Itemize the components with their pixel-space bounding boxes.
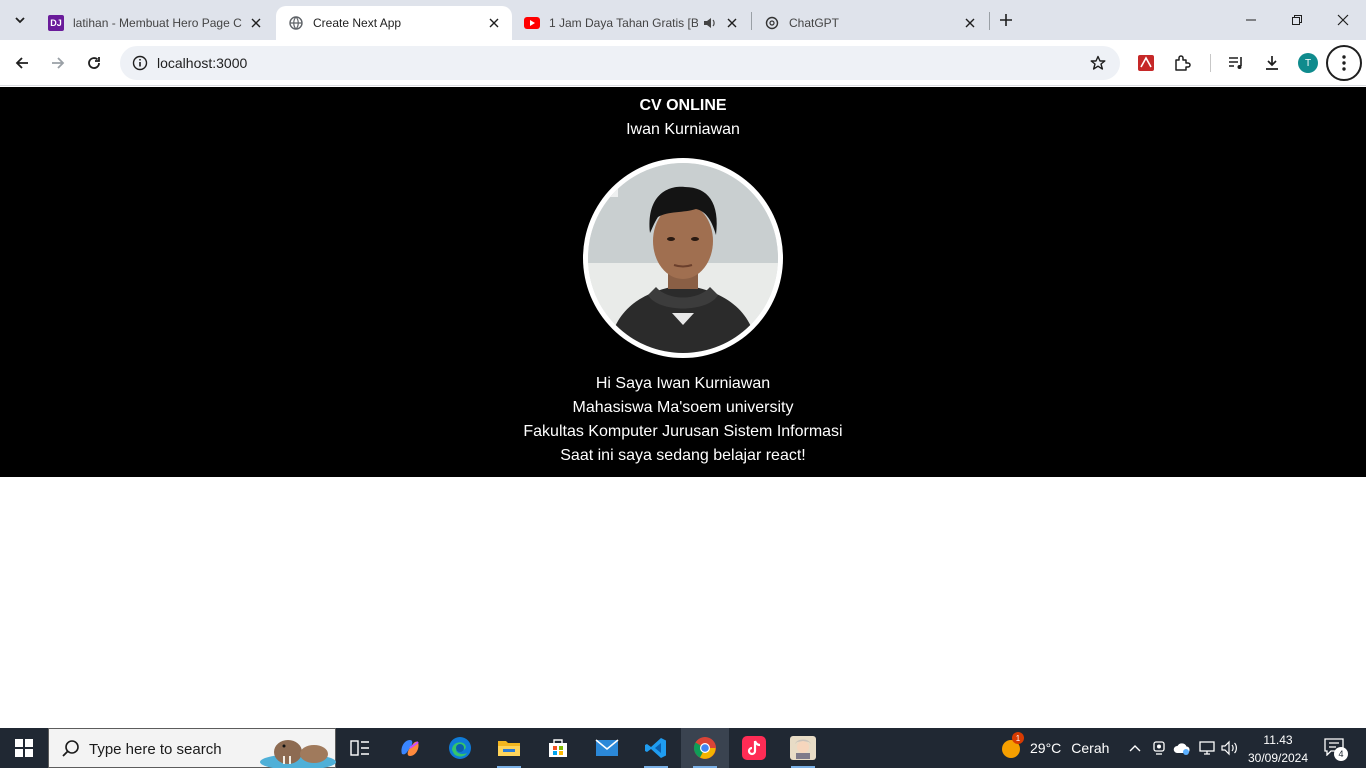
- forward-button[interactable]: [42, 47, 74, 79]
- chatgpt-icon: [764, 15, 780, 31]
- hero-line-learning: Saat ini saya sedang belajar react!: [560, 447, 806, 464]
- start-button[interactable]: [0, 728, 48, 768]
- arrow-left-icon: [15, 57, 28, 69]
- page-viewport: CV ONLINE Iwan Kurniawan Hi Saya Iwan Ku…: [0, 87, 1366, 728]
- tab-title: 1 Jam Daya Tahan Gratis [BC: [549, 16, 698, 30]
- tab-youtube[interactable]: 1 Jam Daya Tahan Gratis [BC: [512, 6, 750, 40]
- webcam-icon[interactable]: [1150, 739, 1168, 757]
- new-tab-button[interactable]: [992, 6, 1020, 34]
- close-tab-icon[interactable]: [486, 15, 502, 31]
- search-placeholder: Type here to search: [89, 741, 222, 758]
- chrome-icon: [693, 737, 716, 759]
- tab-latihan[interactable]: DJ latihan - Membuat Hero Page C: [36, 6, 274, 40]
- chrome-app[interactable]: [681, 728, 729, 768]
- system-clock[interactable]: 11.43 30/09/2024: [1240, 731, 1316, 767]
- game-app[interactable]: [779, 728, 827, 768]
- search-icon: [62, 740, 79, 757]
- download-icon[interactable]: [1256, 47, 1288, 79]
- hero-name: Iwan Kurniawan: [626, 121, 740, 138]
- tab-search-button[interactable]: [6, 6, 34, 34]
- close-tab-icon[interactable]: [962, 15, 978, 31]
- weather-sun-icon: 1: [1000, 732, 1024, 759]
- tab-separator: [989, 12, 990, 30]
- site-info-icon[interactable]: [128, 51, 152, 75]
- weather-badge: 1: [1012, 732, 1024, 744]
- edge-icon: [449, 737, 471, 759]
- tab-strip: DJ latihan - Membuat Hero Page C Create …: [0, 0, 1366, 40]
- dj-icon: DJ: [48, 15, 64, 31]
- bookmark-star-icon[interactable]: [1086, 51, 1110, 75]
- close-window-button[interactable]: [1320, 0, 1366, 40]
- show-hidden-icons-chevron-icon[interactable]: [1126, 739, 1144, 757]
- folder-icon: [498, 741, 520, 756]
- close-tab-icon[interactable]: [248, 15, 264, 31]
- browser-toolbar: localhost:3000 T: [0, 40, 1366, 86]
- extensions-puzzle-icon[interactable]: [1166, 47, 1198, 79]
- clock-date: 30/09/2024: [1247, 751, 1309, 765]
- media-control-icon[interactable]: [1220, 47, 1252, 79]
- file-explorer-app[interactable]: [485, 728, 533, 768]
- page-title: CV ONLINE: [639, 97, 727, 114]
- hero-section: CV ONLINE Iwan Kurniawan Hi Saya Iwan Ku…: [0, 87, 1366, 477]
- clock-time: 11.43: [1263, 733, 1293, 747]
- tiktok-app[interactable]: [730, 728, 778, 768]
- reload-button[interactable]: [78, 47, 110, 79]
- tab-title: ChatGPT: [789, 16, 840, 30]
- windows-taskbar: Type here to search 1 29°C Cerah 11.43 3…: [0, 728, 1366, 768]
- copilot-icon: [401, 740, 419, 756]
- tab-title: latihan - Membuat Hero Page C: [73, 16, 242, 30]
- weather-widget[interactable]: 1 29°C Cerah: [1000, 728, 1109, 768]
- store-icon: [549, 739, 567, 757]
- tiktok-icon: [742, 736, 766, 760]
- vscode-app[interactable]: [632, 728, 680, 768]
- notification-center-button[interactable]: 4: [1320, 738, 1348, 761]
- profile-photo: [583, 158, 783, 358]
- walrus-illustration-icon: [260, 740, 336, 768]
- back-button[interactable]: [6, 47, 38, 79]
- hero-line-university: Mahasiswa Ma'soem university: [572, 399, 794, 416]
- tab-title: Create Next App: [313, 16, 402, 30]
- more-vertical-icon: [1342, 55, 1346, 71]
- restore-button[interactable]: [1274, 0, 1320, 40]
- mail-icon: [595, 739, 619, 756]
- task-view-icon: [350, 740, 369, 756]
- minimize-icon: [1246, 19, 1256, 21]
- url-text[interactable]: localhost:3000: [157, 55, 247, 71]
- reload-icon: [88, 57, 100, 69]
- network-icon[interactable]: [1198, 739, 1216, 757]
- chrome-menu-button[interactable]: [1326, 45, 1362, 81]
- toolbar-divider: [1210, 54, 1211, 72]
- address-bar[interactable]: localhost:3000: [120, 46, 1120, 80]
- copilot-app[interactable]: [386, 728, 434, 768]
- close-tab-icon[interactable]: [724, 15, 740, 31]
- anime-game-icon: [790, 736, 816, 760]
- speaker-icon[interactable]: [702, 15, 718, 31]
- edge-app[interactable]: [436, 728, 484, 768]
- profile-avatar[interactable]: T: [1298, 53, 1318, 73]
- minimize-button[interactable]: [1228, 0, 1274, 40]
- task-view-button[interactable]: [336, 728, 384, 768]
- notification-count-badge: 4: [1334, 747, 1348, 761]
- volume-icon[interactable]: [1221, 739, 1239, 757]
- close-icon: [1337, 14, 1349, 26]
- arrow-right-icon: [52, 57, 65, 69]
- globe-icon: [288, 15, 304, 31]
- tab-create-next-app[interactable]: Create Next App: [276, 6, 512, 40]
- youtube-icon: [524, 15, 540, 31]
- plus-icon: [1000, 14, 1012, 26]
- hero-line-greeting: Hi Saya Iwan Kurniawan: [595, 375, 771, 392]
- microsoft-store-app[interactable]: [534, 728, 582, 768]
- windows-logo-icon: [15, 739, 33, 757]
- vscode-icon: [645, 738, 666, 758]
- extension-red-icon[interactable]: [1130, 47, 1162, 79]
- mail-app[interactable]: [583, 728, 631, 768]
- chevron-down-icon: [15, 17, 25, 24]
- restore-icon: [1292, 15, 1302, 25]
- onedrive-cloud-icon[interactable]: [1173, 739, 1191, 757]
- hero-line-faculty: Fakultas Komputer Jurusan Sistem Informa…: [523, 423, 843, 440]
- weather-condition: Cerah: [1071, 740, 1110, 756]
- tab-chatgpt[interactable]: ChatGPT: [752, 6, 988, 40]
- weather-temp: 29°C: [1030, 740, 1062, 756]
